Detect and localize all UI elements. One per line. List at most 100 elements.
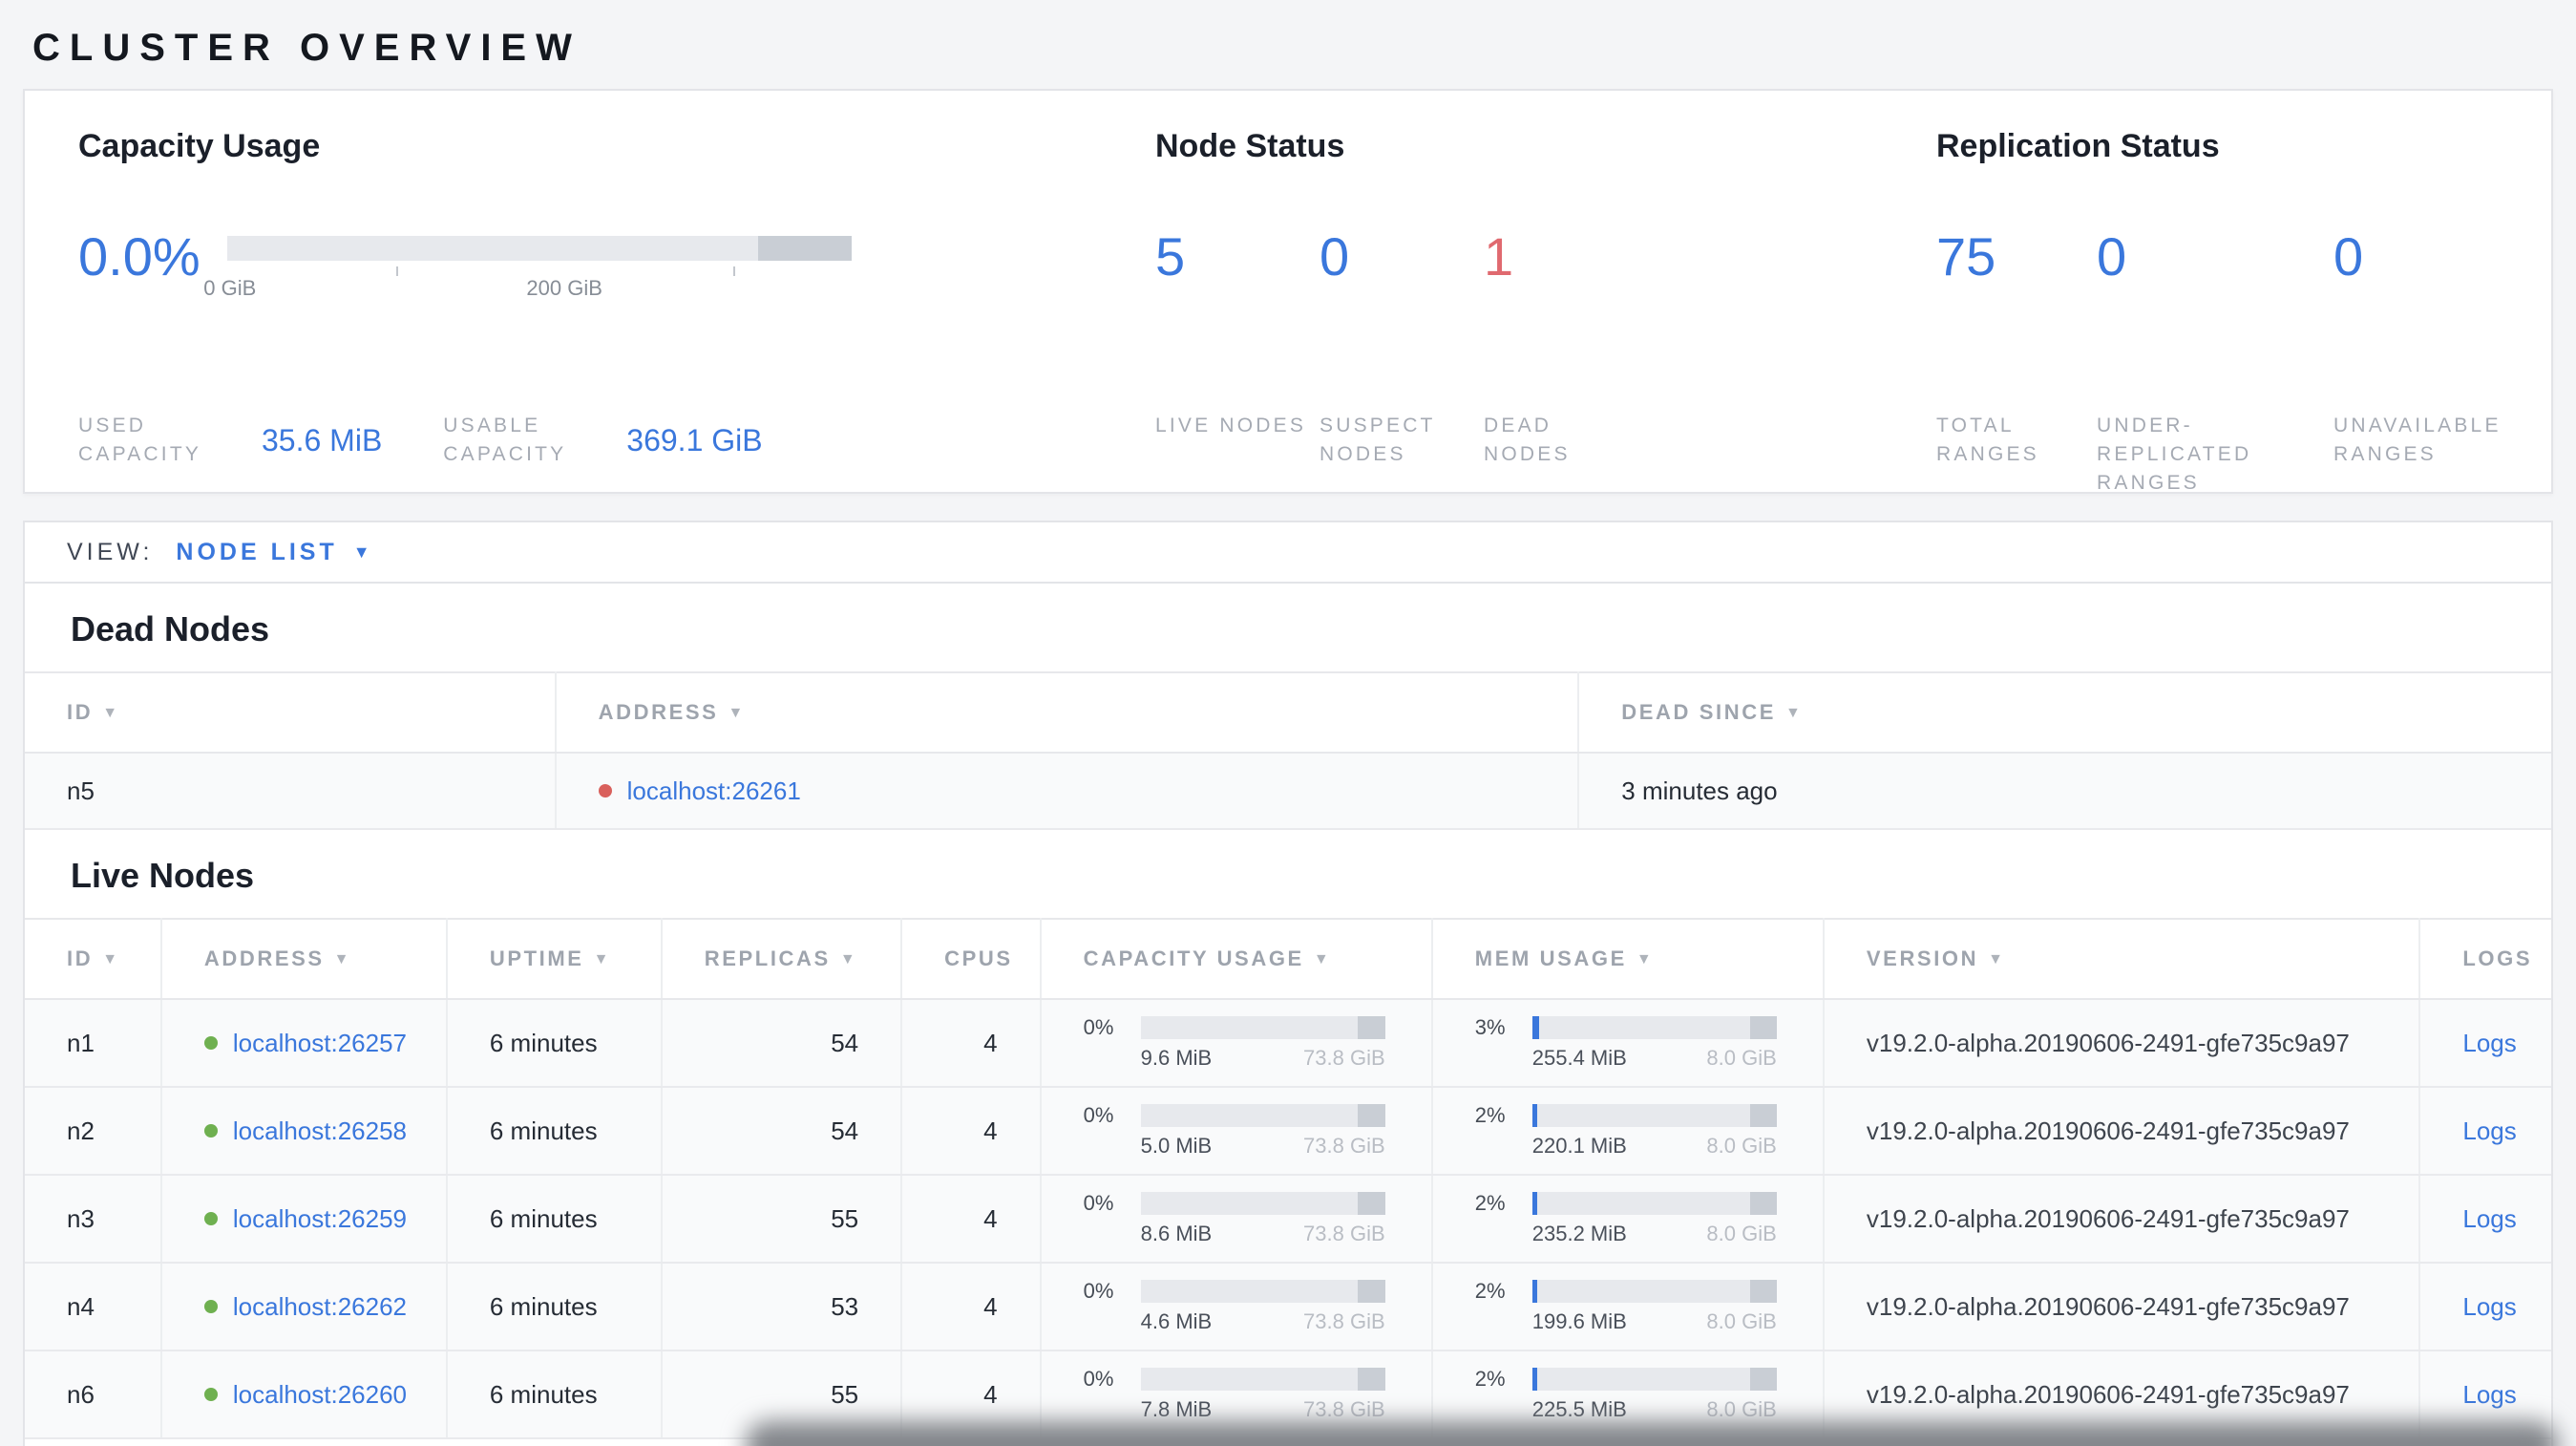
dead-nodes-table: ID ▼ ADDRESS ▼ DEAD SINCE ▼ n5 localhost:26…	[25, 671, 2551, 830]
view-selector[interactable]: NODE LIST ▼	[176, 539, 373, 566]
dead-nodes-metric: 1	[1484, 224, 1648, 289]
sort-desc-icon: ▼	[333, 951, 352, 968]
mem-used: 235.2 MiB	[1531, 1222, 1627, 1245]
axis-tickmark	[395, 266, 398, 276]
live-status-dot	[203, 1299, 218, 1313]
node-address-cell: localhost:26260	[160, 1350, 448, 1439]
mem-percent: 3%	[1474, 1015, 1506, 1039]
live-table-header-row: ID ▼ ADDRESS ▼ UPTIME ▼ REPLICAS ▼ CPUS CAPA…	[25, 918, 2551, 1000]
usable-capacity-stat: USABLE CAPACITY 369.1 GiB	[443, 412, 762, 469]
replicas-cell: 53	[661, 1263, 903, 1351]
view-label: VIEW:	[67, 538, 154, 565]
dead-nodes-label: DEAD NODES	[1484, 415, 1571, 465]
cluster-summary-card: Capacity Usage 0.0% 0 GiB 200 GiB USED C…	[23, 89, 2553, 494]
live-node-row: n1 localhost:26257 6 minutes 54 4 0% 9.6…	[25, 999, 2551, 1088]
node-status-values: 5 0 1	[1155, 224, 1936, 289]
dead-col-address[interactable]: ADDRESS ▼	[555, 671, 1580, 754]
node-id-cell: n4	[25, 1263, 162, 1351]
replication-status-title: Replication Status	[1936, 128, 2220, 164]
capacity-usage-bar	[227, 236, 852, 261]
capacity-stats: USED CAPACITY 35.6 MiB USABLE CAPACITY 3…	[78, 412, 1155, 469]
node-id-cell: n6	[25, 1350, 162, 1439]
axis-tick-label-200: 200 GiB	[526, 276, 602, 300]
uptime-cell: 6 minutes	[446, 1175, 663, 1264]
mem-bar	[1531, 1016, 1777, 1039]
mem-usage-cell: 2% 199.6 MiB 8.0 GiB	[1431, 1263, 1825, 1351]
under-replicated-count: 0	[2097, 226, 2127, 287]
live-col-uptime[interactable]: UPTIME ▼	[446, 918, 663, 1000]
dead-col-dead-since[interactable]: DEAD SINCE ▼	[1578, 671, 2551, 754]
logs-link[interactable]: Logs	[2462, 1380, 2516, 1409]
node-address-cell: localhost:26262	[160, 1263, 448, 1351]
node-id-cell: n1	[25, 999, 162, 1088]
node-address-link[interactable]: localhost:26259	[233, 1204, 407, 1233]
live-col-version[interactable]: VERSION ▼	[1823, 918, 2421, 1000]
live-col-id[interactable]: ID ▼	[25, 918, 162, 1000]
mem-used: 255.4 MiB	[1531, 1046, 1627, 1070]
mem-total: 8.0 GiB	[1706, 1222, 1777, 1245]
uptime-cell: 6 minutes	[446, 1350, 663, 1439]
logs-cell: Logs	[2419, 1175, 2551, 1264]
uptime-cell: 6 minutes	[446, 1087, 663, 1176]
replication-values: 75 0 0	[1936, 224, 2498, 289]
axis-tick-label-0: 0 GiB	[203, 276, 257, 300]
logs-link[interactable]: Logs	[2462, 1292, 2516, 1321]
usable-capacity-value: 369.1 GiB	[626, 422, 763, 457]
capacity-used: 8.6 MiB	[1140, 1222, 1213, 1245]
node-status-section: Node Status 5 0 1 LIVE NODES SUSPECT NOD…	[1155, 125, 1936, 465]
dead-nodes-heading: Dead Nodes	[71, 609, 270, 649]
live-col-replicas[interactable]: REPLICAS ▼	[661, 918, 903, 1000]
live-node-row: n3 localhost:26259 6 minutes 55 4 0% 8.6…	[25, 1175, 2551, 1264]
logs-link[interactable]: Logs	[2462, 1116, 2516, 1145]
node-address-link[interactable]: localhost:26261	[627, 776, 801, 805]
version-cell: v19.2.0-alpha.20190606-2491-gfe735c9a97	[1823, 999, 2421, 1088]
node-address-cell: localhost:26259	[160, 1175, 448, 1264]
dead-col-id[interactable]: ID ▼	[25, 671, 557, 754]
node-address-cell: localhost:26261	[555, 753, 1580, 830]
capacity-usage-cell: 0% 4.6 MiB 73.8 GiB	[1040, 1263, 1433, 1351]
mem-used: 225.5 MiB	[1531, 1397, 1627, 1421]
logs-link[interactable]: Logs	[2462, 1204, 2516, 1233]
node-address-link[interactable]: localhost:26260	[233, 1380, 407, 1409]
version-cell: v19.2.0-alpha.20190606-2491-gfe735c9a97	[1823, 1087, 2421, 1176]
mem-used: 199.6 MiB	[1531, 1309, 1627, 1333]
unavailable-count: 0	[2333, 226, 2364, 287]
node-address-link[interactable]: localhost:26257	[233, 1029, 407, 1057]
mem-bar	[1531, 1368, 1777, 1391]
capacity-used: 7.8 MiB	[1140, 1397, 1213, 1421]
sort-desc-icon: ▼	[102, 951, 120, 968]
sort-desc-icon: ▼	[593, 951, 612, 968]
capacity-bar	[1140, 1104, 1385, 1127]
live-col-address[interactable]: ADDRESS ▼	[160, 918, 448, 1000]
capacity-total: 73.8 GiB	[1303, 1222, 1385, 1245]
capacity-total: 73.8 GiB	[1303, 1134, 1385, 1158]
node-address-link[interactable]: localhost:26262	[233, 1292, 407, 1321]
logs-link[interactable]: Logs	[2462, 1029, 2516, 1057]
nodes-main-panel: VIEW: NODE LIST ▼ Dead Nodes ID ▼ ADDRESS…	[23, 521, 2553, 1446]
unavailable-label: UNAVAILABLE RANGES	[2333, 415, 2502, 465]
live-nodes-count: 5	[1155, 226, 1186, 287]
page-title: CLUSTER OVERVIEW	[32, 27, 581, 69]
suspect-nodes-label-box: SUSPECT NODES	[1320, 412, 1484, 469]
replicas-cell: 55	[661, 1175, 903, 1264]
total-ranges-count: 75	[1936, 226, 1996, 287]
suspect-nodes-count: 0	[1320, 226, 1350, 287]
live-node-row: n2 localhost:26258 6 minutes 54 4 0% 5.0…	[25, 1087, 2551, 1176]
capacity-usage-axis: 0 GiB 200 GiB	[203, 266, 852, 305]
node-id-cell: n3	[25, 1175, 162, 1264]
mem-bar	[1531, 1280, 1777, 1303]
dead-table-header-row: ID ▼ ADDRESS ▼ DEAD SINCE ▼	[25, 671, 2551, 754]
capacity-usage-chart: 0 GiB 200 GiB	[203, 224, 852, 305]
sort-desc-icon: ▼	[102, 705, 120, 721]
mem-bar	[1531, 1192, 1777, 1215]
under-replicated-metric: 0	[2097, 224, 2333, 289]
mem-bar	[1531, 1104, 1777, 1127]
mem-total: 8.0 GiB	[1706, 1309, 1777, 1333]
used-capacity-stat: USED CAPACITY 35.6 MiB	[78, 412, 382, 469]
axis-tickmark	[732, 266, 735, 276]
live-col-capacity[interactable]: CAPACITY USAGE ▼	[1040, 918, 1433, 1000]
node-address-link[interactable]: localhost:26258	[233, 1116, 407, 1145]
live-col-mem[interactable]: MEM USAGE ▼	[1431, 918, 1825, 1000]
under-replicated-label-box: UNDER-REPLICATED RANGES	[2097, 412, 2333, 498]
chevron-down-icon: ▼	[352, 542, 374, 562]
